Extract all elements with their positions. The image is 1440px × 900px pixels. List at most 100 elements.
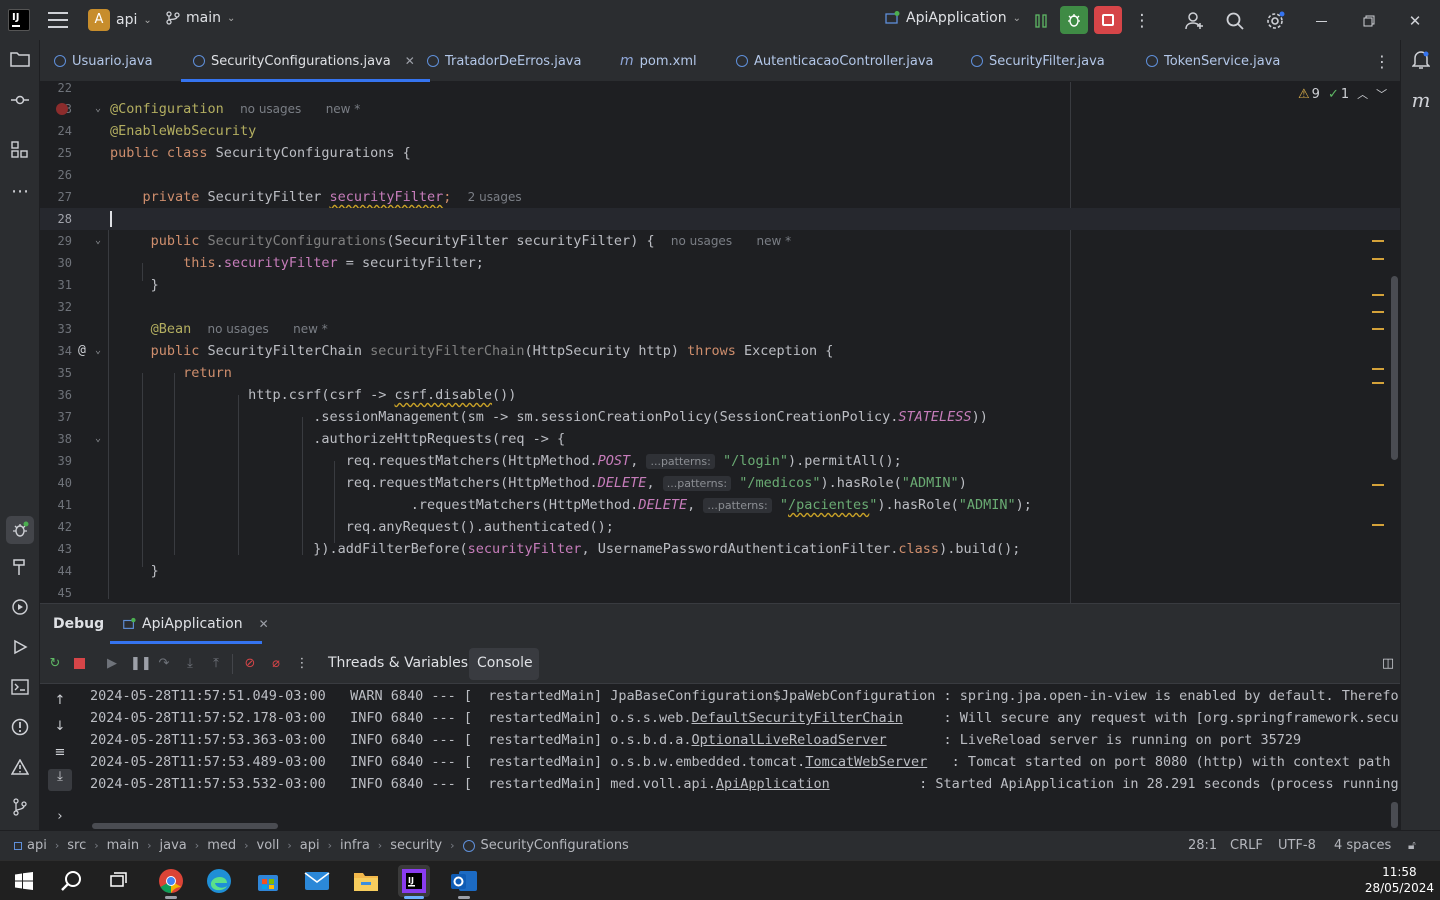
more-tools-icon[interactable]: ⋯	[8, 180, 32, 204]
search-icon[interactable]	[1222, 8, 1248, 34]
close-tab-icon[interactable]: ✕	[405, 54, 415, 68]
tab-token-service[interactable]: TokenService.java	[1146, 40, 1280, 82]
system-clock[interactable]: 11:58 28/05/2024	[1365, 864, 1434, 896]
edge-icon[interactable]	[203, 865, 235, 897]
warning-marker[interactable]	[1372, 524, 1384, 526]
view-breakpoints-icon[interactable]: ⊘	[242, 656, 258, 672]
taskbar-search-icon[interactable]	[56, 865, 88, 897]
expand-icon[interactable]: ›	[52, 809, 68, 825]
file-encoding[interactable]: UTF-8	[1278, 838, 1316, 853]
rerun-icon[interactable]: ↻	[47, 656, 63, 672]
build-icon[interactable]	[8, 558, 32, 582]
terminal-icon[interactable]	[8, 678, 32, 702]
arrow-down-icon[interactable]: ↓	[52, 719, 68, 735]
warning-marker[interactable]	[1372, 294, 1384, 296]
breadcrumb-item[interactable]: SecurityConfigurations	[481, 838, 629, 853]
run-config-selector[interactable]: ApiApplication ⌄	[884, 10, 1021, 26]
chevron-up-icon[interactable]: ︿	[1357, 86, 1368, 102]
indent-setting[interactable]: 4 spaces	[1334, 838, 1391, 853]
profiler-icon[interactable]	[1028, 8, 1054, 34]
fold-icon[interactable]: ⌄	[95, 230, 101, 252]
scroll-to-end-icon[interactable]: ⤓	[48, 769, 72, 791]
structure-icon[interactable]	[8, 140, 32, 164]
warning-marker[interactable]	[1372, 240, 1384, 242]
lock-icon[interactable]: 🔓︎	[1408, 838, 1416, 853]
intellij-logo-icon[interactable]: IJ	[8, 9, 30, 31]
project-selector[interactable]: A api ⌄	[88, 9, 152, 31]
settings-icon[interactable]	[1262, 8, 1288, 34]
notifications-icon[interactable]	[1409, 50, 1433, 74]
debug-tool-icon[interactable]	[6, 516, 34, 544]
breadcrumb-item[interactable]: src	[67, 838, 86, 853]
store-icon[interactable]	[252, 865, 284, 897]
commit-icon[interactable]	[8, 90, 32, 114]
layout-icon[interactable]: ◫	[1380, 656, 1396, 672]
warning-icon[interactable]	[8, 758, 32, 782]
breadcrumb-item[interactable]: java	[160, 838, 187, 853]
line-separator[interactable]: CRLF	[1230, 838, 1263, 853]
branch-selector[interactable]: main ⌄	[166, 10, 235, 26]
maven-icon[interactable]: m	[1409, 88, 1433, 112]
hamburger-menu-icon[interactable]	[48, 12, 68, 28]
close-icon[interactable]: ✕	[1402, 8, 1428, 34]
restore-icon[interactable]	[1356, 8, 1382, 34]
step-into-icon[interactable]: ⤓	[182, 656, 198, 672]
warning-marker[interactable]	[1372, 258, 1384, 260]
step-out-icon[interactable]: ⤒	[208, 656, 224, 672]
run-icon[interactable]	[8, 638, 32, 662]
breadcrumb-item[interactable]: med	[207, 838, 236, 853]
breadcrumb-item[interactable]: voll	[257, 838, 280, 853]
breadcrumb-item[interactable]: api	[300, 838, 320, 853]
tab-security-configurations[interactable]: SecurityConfigurations.java ✕	[181, 40, 430, 82]
chrome-icon[interactable]	[155, 865, 187, 899]
fold-icon[interactable]: ⌄	[95, 428, 101, 450]
tab-pom[interactable]: m pom.xml	[620, 40, 697, 82]
outlook-icon[interactable]	[448, 865, 480, 899]
console-h-scrollbar[interactable]	[92, 823, 278, 829]
chevron-down-icon[interactable]: ﹀	[1376, 86, 1387, 102]
explorer-icon[interactable]	[350, 865, 382, 897]
stop-icon[interactable]	[1094, 6, 1122, 34]
tab-security-filter[interactable]: SecurityFilter.java	[971, 40, 1105, 82]
debug-icon[interactable]	[1060, 6, 1088, 34]
folder-icon[interactable]	[8, 50, 32, 74]
warning-marker[interactable]	[1372, 311, 1384, 313]
inspections-widget[interactable]: ⚠ 9 ✓ 1 ︿ ﹀	[1298, 86, 1387, 102]
console-output[interactable]: 2024-05-28T11:57:51.049-03:00 WARN 6840 …	[90, 685, 1400, 821]
mail-icon[interactable]	[301, 865, 333, 897]
breadcrumb-item[interactable]: main	[107, 838, 139, 853]
git-icon[interactable]	[8, 798, 32, 822]
tabs-more-icon[interactable]: ⋮	[1374, 40, 1390, 82]
task-view-icon[interactable]	[104, 865, 136, 897]
fold-icon[interactable]: ⌄	[95, 340, 101, 362]
tab-usuario[interactable]: Usuario.java	[54, 40, 153, 82]
breakpoint-icon[interactable]	[56, 103, 68, 115]
mute-breakpoints-icon[interactable]: ⌀	[268, 656, 284, 672]
intellij-task-icon[interactable]: IJ	[398, 865, 430, 899]
tab-autenticacao-controller[interactable]: AutenticacaoController.java	[736, 40, 933, 82]
step-over-icon[interactable]: ↷	[156, 656, 172, 672]
warning-marker[interactable]	[1372, 368, 1384, 370]
code-editor[interactable]: 22 23 ⌄ @Configuration no usages new * 2…	[40, 82, 1400, 603]
breadcrumb-item[interactable]: api	[27, 838, 47, 853]
tab-tratador-de-erros[interactable]: TratadorDeErros.java	[427, 40, 581, 82]
windows-start-icon[interactable]	[8, 865, 40, 897]
debug-session-tab[interactable]: ApiApplication ✕	[122, 604, 269, 644]
minimize-icon[interactable]	[1308, 8, 1334, 34]
soft-wrap-icon[interactable]: ≡	[52, 745, 68, 761]
pause-icon[interactable]: ❚❚	[130, 656, 152, 672]
close-tab-icon[interactable]: ✕	[259, 617, 269, 631]
more-icon[interactable]: ⋮	[294, 656, 310, 672]
warning-marker[interactable]	[1372, 484, 1384, 486]
breadcrumb-item[interactable]: infra	[340, 838, 370, 853]
bean-icon[interactable]: @	[78, 340, 86, 362]
problems-icon[interactable]	[8, 718, 32, 742]
more-icon[interactable]: ⋮	[1129, 8, 1155, 34]
fold-icon[interactable]: ⌄	[95, 98, 101, 120]
caret-position[interactable]: 28:1	[1188, 838, 1217, 853]
arrow-up-icon[interactable]: ↑	[52, 693, 68, 709]
warning-marker[interactable]	[1372, 328, 1384, 330]
tab-console[interactable]: Console	[477, 655, 533, 671]
resume-icon[interactable]: ▶	[104, 656, 120, 672]
warning-marker[interactable]	[1372, 382, 1384, 384]
